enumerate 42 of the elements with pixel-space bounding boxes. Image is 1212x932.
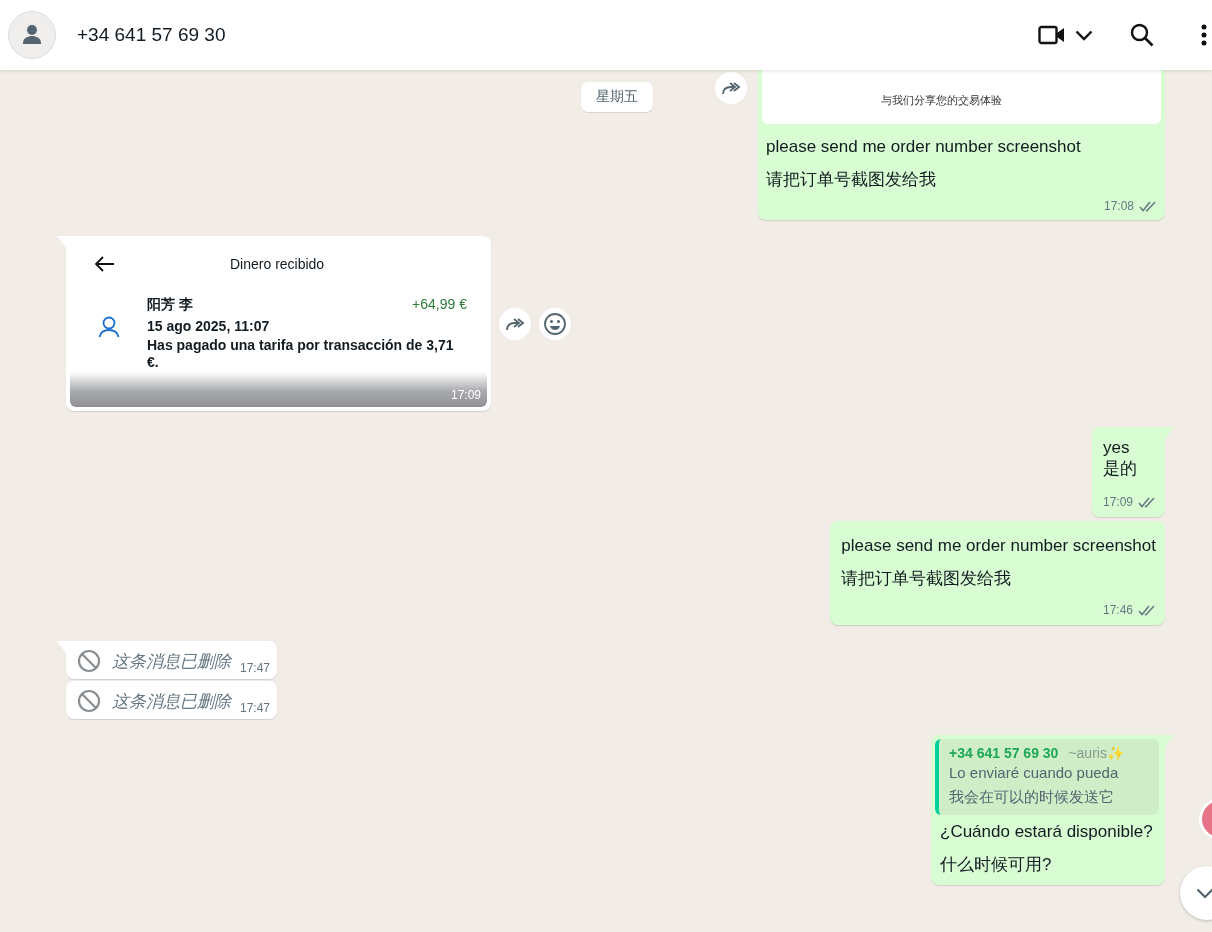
message-text: 什么时候可用? (939, 854, 1053, 876)
emoji-icon[interactable] (539, 307, 571, 340)
menu-icon[interactable] (1201, 24, 1207, 46)
message-text: 请把订单号截图发给我 (841, 568, 1013, 590)
quoted-message[interactable]: +34 641 57 69 30 ~auris✨ Lo enviaré cuando pueda 我会在可以的时候发送它 (935, 739, 1159, 815)
message-text: ¿Cuándo estará disponible? (939, 821, 1154, 843)
message-time: 17:47 (240, 661, 271, 675)
message-time: 17:47 (240, 701, 271, 715)
message-text: yes (1102, 437, 1131, 458)
chevron-down-icon[interactable] (1075, 29, 1093, 41)
forward-icon[interactable] (715, 72, 747, 104)
deleted-message-text: 这条消息已删除 (112, 650, 231, 673)
contact-name[interactable]: +34 641 57 69 30 (77, 24, 1038, 46)
message-text: 我会在可以的时候发送它 (949, 787, 1115, 807)
deleted-message-text: 这条消息已删除 (112, 690, 231, 713)
message-time: 17:46 (1102, 603, 1133, 617)
back-arrow-icon (95, 256, 115, 272)
message-text: please send me order number screenshot (841, 535, 1156, 557)
message-time: 17:08 (1103, 199, 1134, 213)
payer-name: 阳芳 李 (147, 296, 193, 314)
message-time: 17:09 (1102, 495, 1133, 509)
message-text: 请把订单号截图发给我 (765, 169, 937, 191)
message-text: Lo enviaré cuando pueda (949, 763, 1120, 783)
quote-author: +34 641 57 69 30 (949, 745, 1059, 761)
image-caption: 与我们分享您的交易体验 (881, 92, 1002, 108)
avatar-icon[interactable] (8, 11, 56, 59)
forward-icon[interactable] (499, 307, 531, 340)
message-text: please send me order number screenshot (765, 136, 1082, 158)
screen-title: Dinero recibido (230, 256, 325, 272)
quote-alias: ~auris✨ (1068, 745, 1124, 761)
payment-date: 15 ago 2025, 11:07 (147, 318, 271, 334)
person-icon (98, 316, 120, 338)
chevron-down-icon (1196, 887, 1212, 899)
blocked-icon (77, 649, 101, 673)
payment-amount: +64,99 € (412, 296, 467, 314)
message-time: 17:09 (450, 388, 481, 402)
date-chip: 星期五 (581, 82, 653, 112)
message-text: 是的 (1102, 458, 1138, 479)
video-call-icon[interactable] (1038, 25, 1065, 45)
blocked-icon (77, 689, 101, 713)
payment-note: Has pagado una tarifa por transacción de 3,71 €. (147, 337, 455, 371)
search-icon[interactable] (1130, 23, 1154, 47)
